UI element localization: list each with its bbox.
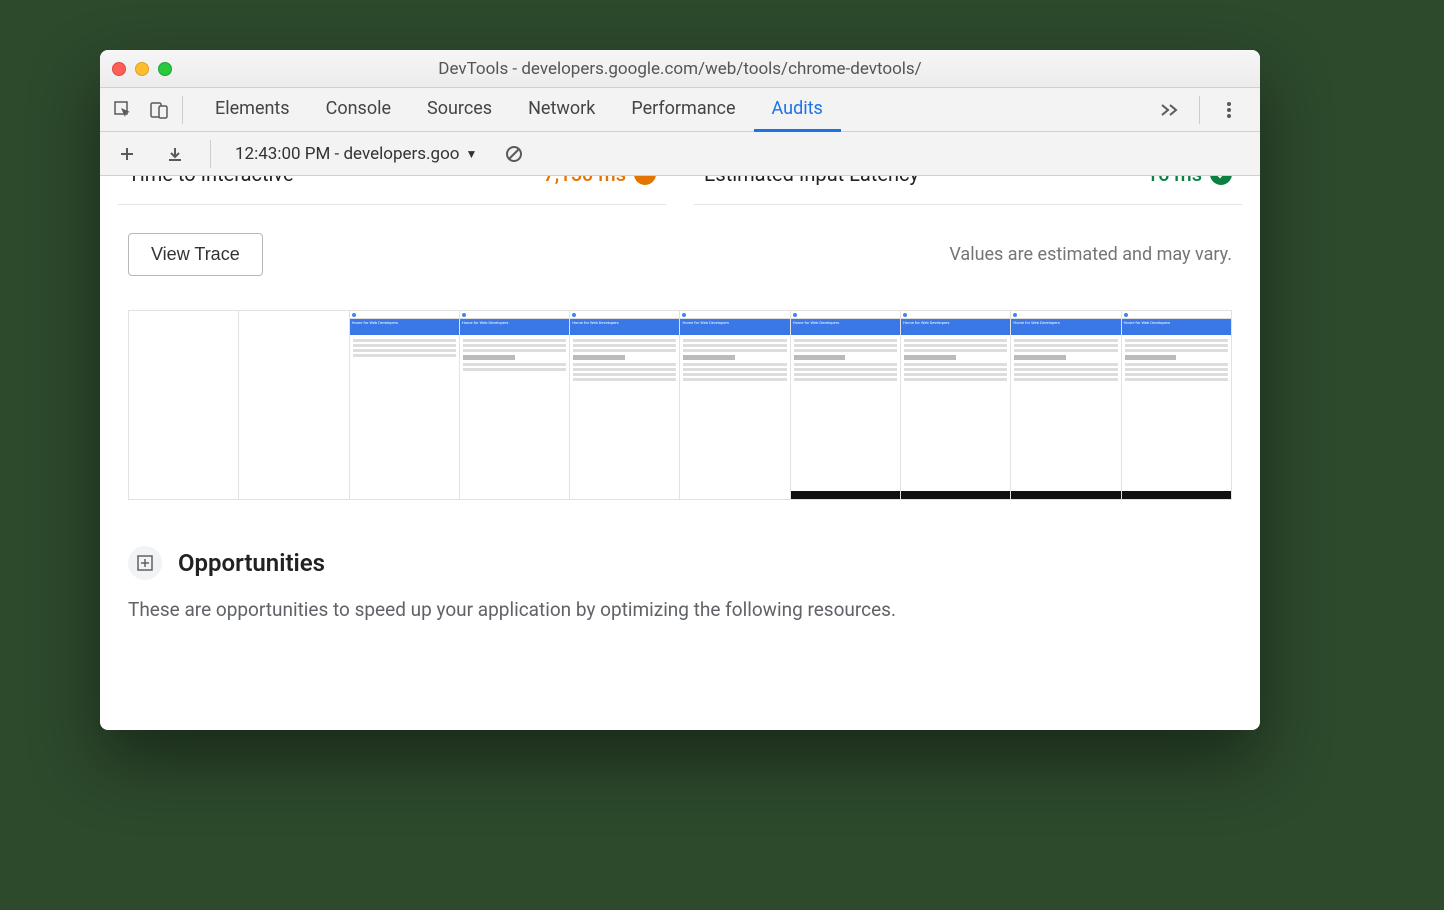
- warning-badge-icon: [634, 176, 656, 185]
- tab-audits[interactable]: Audits: [754, 88, 841, 132]
- opportunities-section: Opportunities These are opportunities to…: [118, 546, 1242, 621]
- metrics-row: Time to Interactive 7,150 ms Estimated I…: [118, 176, 1242, 205]
- separator: [210, 140, 211, 168]
- pass-badge-icon: [1210, 176, 1232, 185]
- audit-run-selector[interactable]: 12:43:00 PM - developers.goo ▼: [229, 142, 483, 166]
- filmstrip-frame: Home for Web Developers: [680, 311, 790, 499]
- trace-row: View Trace Values are estimated and may …: [118, 233, 1242, 276]
- tab-console[interactable]: Console: [308, 88, 409, 132]
- filmstrip-frame: Home for Web Developers: [791, 311, 901, 499]
- opportunities-title: Opportunities: [178, 549, 325, 577]
- titlebar: DevTools - developers.google.com/web/too…: [100, 50, 1260, 88]
- download-icon[interactable]: [158, 137, 192, 171]
- metric-label: Time to Interactive: [128, 176, 294, 186]
- audit-content: Time to Interactive 7,150 ms Estimated I…: [100, 176, 1260, 730]
- filmstrip-frame: [239, 311, 349, 499]
- metric-tti: Time to Interactive 7,150 ms: [118, 176, 666, 205]
- metric-latency: Estimated Input Latency 16 ms: [694, 176, 1242, 205]
- tab-network[interactable]: Network: [510, 88, 613, 132]
- filmstrip-frame: Home for Web Developers: [1011, 311, 1121, 499]
- opportunities-header: Opportunities: [128, 546, 1232, 580]
- opportunities-icon: [128, 546, 162, 580]
- devtools-window: DevTools - developers.google.com/web/too…: [100, 50, 1260, 730]
- clear-icon[interactable]: [497, 137, 531, 171]
- metric-label: Estimated Input Latency: [704, 176, 919, 186]
- opportunities-description: These are opportunities to speed up your…: [128, 598, 1232, 621]
- device-toggle-icon[interactable]: [142, 93, 176, 127]
- filmstrip[interactable]: Home for Web Developers Home for Web Dev…: [128, 310, 1232, 500]
- view-trace-button[interactable]: View Trace: [128, 233, 263, 276]
- filmstrip-frame: Home for Web Developers: [350, 311, 460, 499]
- tab-elements[interactable]: Elements: [197, 88, 308, 132]
- dropdown-icon: ▼: [465, 147, 477, 161]
- separator: [182, 96, 183, 124]
- disclaimer-text: Values are estimated and may vary.: [949, 244, 1232, 265]
- filmstrip-frame: Home for Web Developers: [901, 311, 1011, 499]
- metric-value: 16 ms: [1147, 176, 1232, 186]
- audit-run-label: 12:43:00 PM - developers.goo: [235, 144, 459, 164]
- filmstrip-frame: Home for Web Developers: [570, 311, 680, 499]
- kebab-menu-icon[interactable]: [1212, 93, 1246, 127]
- tab-performance[interactable]: Performance: [613, 88, 753, 132]
- separator: [1199, 96, 1200, 124]
- more-tabs-icon[interactable]: [1153, 93, 1187, 127]
- tabs: Elements Console Sources Network Perform…: [197, 88, 1151, 132]
- audits-subbar: 12:43:00 PM - developers.goo ▼: [100, 132, 1260, 176]
- filmstrip-frame: Home for Web Developers: [1122, 311, 1231, 499]
- tab-sources[interactable]: Sources: [409, 88, 510, 132]
- new-audit-icon[interactable]: [110, 137, 144, 171]
- inspect-icon[interactable]: [106, 93, 140, 127]
- filmstrip-frame: Home for Web Developers: [460, 311, 570, 499]
- filmstrip-frame: [129, 311, 239, 499]
- devtools-tabbar: Elements Console Sources Network Perform…: [100, 88, 1260, 132]
- metric-value: 7,150 ms: [543, 176, 656, 186]
- window-title: DevTools - developers.google.com/web/too…: [100, 59, 1260, 79]
